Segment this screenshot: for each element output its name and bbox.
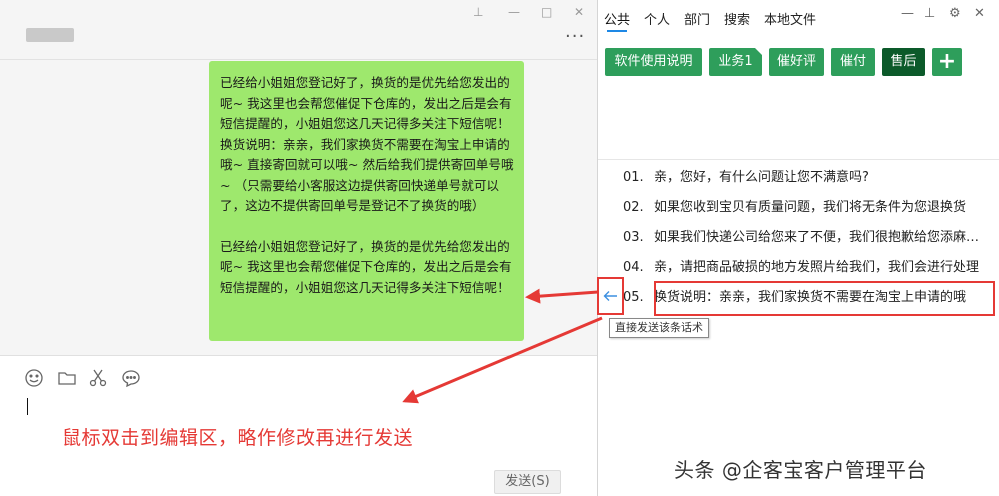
chat-window: ⊥ — □ ✕ ··· 已经给小姐姐您登记好了，换货的是优先给您发出的呢~ 我这… <box>0 0 597 496</box>
arrow-left-icon <box>603 291 617 301</box>
message-paragraph: 已经给小姐姐您登记好了，换货的是优先给您发出的呢~ 我这里也会帮您催促下仓库的，… <box>220 75 514 213</box>
reply-item[interactable]: 03. 如果我们快递公司给您来了不便，我们很抱歉给您添麻烦了 <box>623 225 993 251</box>
tab-public[interactable]: 公共 <box>604 9 630 28</box>
reply-text: 如果我们快递公司给您来了不便，我们很抱歉给您添麻烦了 <box>654 230 988 245</box>
reply-item[interactable]: 04. 亲，请把商品破损的地方发照片给我们，我们会进行处理 <box>623 255 993 281</box>
contact-name-blurred <box>26 28 74 42</box>
close-button[interactable]: ✕ <box>574 4 584 20</box>
message-area[interactable]: 已经给小姐姐您登记好了，换货的是优先给您发出的呢~ 我这里也会帮您催促下仓库的，… <box>0 61 597 355</box>
category-label: 催好评 <box>776 54 816 69</box>
category-business-1[interactable]: 业务1 <box>709 48 762 76</box>
more-options-button[interactable]: ··· <box>565 28 585 46</box>
edit-area[interactable]: 鼠标双击到编辑区，略作修改再进行发送 发送(S) <box>0 355 597 496</box>
chat-bubble-icon[interactable] <box>121 368 141 388</box>
category-software-guide[interactable]: 软件使用说明 <box>605 48 702 76</box>
text-caret <box>27 398 28 415</box>
reply-text: 如果您收到宝贝有质量问题，我们将无条件为您退换货 <box>654 200 967 215</box>
category-review-reminder[interactable]: 催好评 <box>769 48 824 76</box>
tab-search[interactable]: 搜索 <box>724 9 750 28</box>
message-bubble: 已经给小姐姐您登记好了，换货的是优先给您发出的呢~ 我这里也会帮您催促下仓库的，… <box>209 61 524 341</box>
reply-number: 05. <box>623 290 644 305</box>
category-after-sales[interactable]: 售后 <box>882 48 925 76</box>
reply-item[interactable]: 01. 亲，您好，有什么问题让您不满意吗? <box>623 165 993 191</box>
chat-header: ⊥ — □ ✕ ··· <box>0 0 597 60</box>
category-label: 业务1 <box>718 54 753 69</box>
reply-item[interactable]: 02. 如果您收到宝贝有质量问题，我们将无条件为您退换货 <box>623 195 993 221</box>
message-paragraph: 已经给小姐姐您登记好了，换货的是优先给您发出的呢~ 我这里也会帮您催促下仓库的，… <box>220 238 512 295</box>
tab-bar: 公共 个人 部门 搜索 本地文件 — ⊥ ⚙ ✕ <box>598 0 999 36</box>
category-label: 售后 <box>890 54 917 69</box>
folder-icon[interactable] <box>57 368 77 388</box>
settings-icon[interactable]: ⚙ <box>949 6 961 21</box>
edit-hint-annotation: 鼠标双击到编辑区，略作修改再进行发送 <box>62 427 414 449</box>
category-corner-mark <box>755 48 762 55</box>
reply-number: 01. <box>623 170 644 185</box>
category-row: 软件使用说明 业务1 催好评 催付 售后 + <box>598 36 999 160</box>
reply-number: 02. <box>623 200 644 215</box>
send-reply-button[interactable] <box>597 277 624 315</box>
watermark: 头条 @企客宝客户管理平台 <box>674 458 927 482</box>
tab-department[interactable]: 部门 <box>684 9 710 28</box>
add-category-button[interactable]: + <box>932 48 962 76</box>
send-reply-tooltip: 直接发送该条话术 <box>609 318 709 338</box>
category-label: 软件使用说明 <box>614 54 693 69</box>
selected-reply-highlight <box>654 281 995 316</box>
pin-icon[interactable]: ⊥ <box>473 4 483 20</box>
reply-text: 亲，请把商品破损的地方发照片给我们，我们会进行处理 <box>654 260 980 275</box>
tab-local-files[interactable]: 本地文件 <box>764 9 816 28</box>
panel-pin-icon[interactable]: ⊥ <box>924 6 935 21</box>
tab-personal[interactable]: 个人 <box>644 9 670 28</box>
emoji-icon[interactable] <box>24 368 44 388</box>
quick-reply-panel: 公共 个人 部门 搜索 本地文件 — ⊥ ⚙ ✕ 软件使用说明 业务1 催好评 … <box>598 0 999 496</box>
category-payment-reminder[interactable]: 催付 <box>831 48 875 76</box>
minimize-button[interactable]: — <box>508 4 520 20</box>
active-tab-indicator <box>607 30 627 32</box>
scissors-icon[interactable] <box>88 368 108 388</box>
category-label: 催付 <box>839 54 866 69</box>
panel-minimize-button[interactable]: — <box>901 6 914 21</box>
reply-number: 04. <box>623 260 644 275</box>
send-button[interactable]: 发送(S) <box>494 470 561 494</box>
panel-close-button[interactable]: ✕ <box>974 6 985 21</box>
reply-number: 03. <box>623 230 644 245</box>
maximize-button[interactable]: □ <box>541 4 552 20</box>
reply-text: 亲，您好，有什么问题让您不满意吗? <box>654 170 869 185</box>
